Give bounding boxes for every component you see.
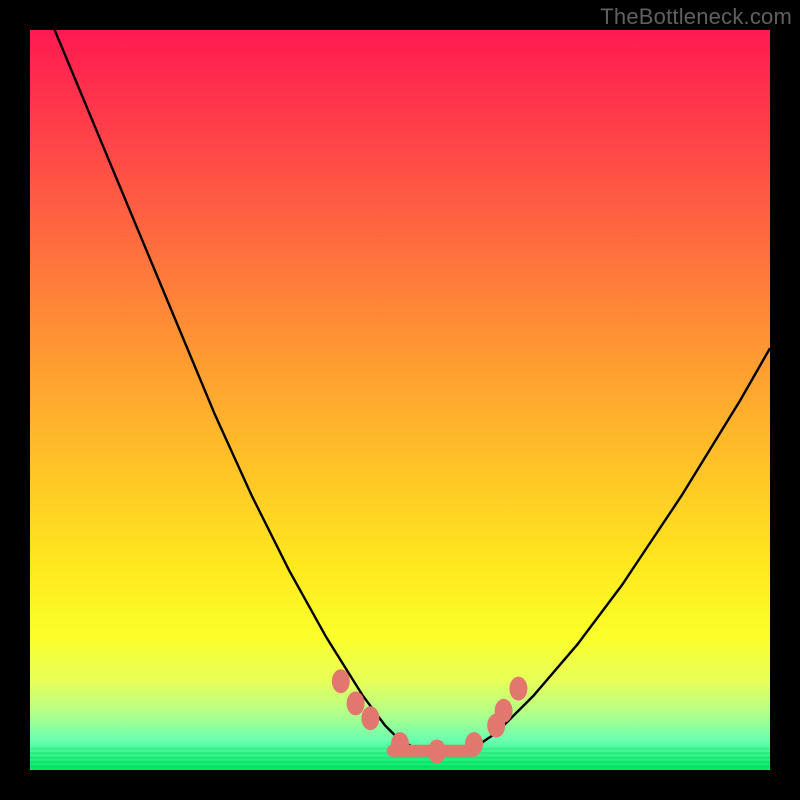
curve-path	[30, 30, 770, 755]
curve-marker	[495, 699, 513, 723]
curve-marker	[361, 706, 379, 730]
green-band	[30, 766, 770, 768]
green-band	[30, 761, 770, 763]
green-band-layer	[30, 30, 770, 770]
curve-marker	[487, 714, 505, 738]
curve-marker	[391, 732, 409, 756]
curve-marker	[428, 740, 446, 764]
chart-frame: TheBottleneck.com	[0, 0, 800, 800]
green-band	[30, 757, 770, 759]
watermark-label: TheBottleneck.com	[600, 4, 792, 30]
green-band	[30, 752, 770, 754]
curve-marker	[509, 677, 527, 701]
green-band	[30, 748, 770, 750]
curve-marker	[465, 732, 483, 756]
bottleneck-curve	[30, 30, 770, 770]
curve-markers	[30, 30, 770, 770]
curve-marker	[347, 691, 365, 715]
plot-area	[30, 30, 770, 770]
curve-marker	[332, 669, 350, 693]
